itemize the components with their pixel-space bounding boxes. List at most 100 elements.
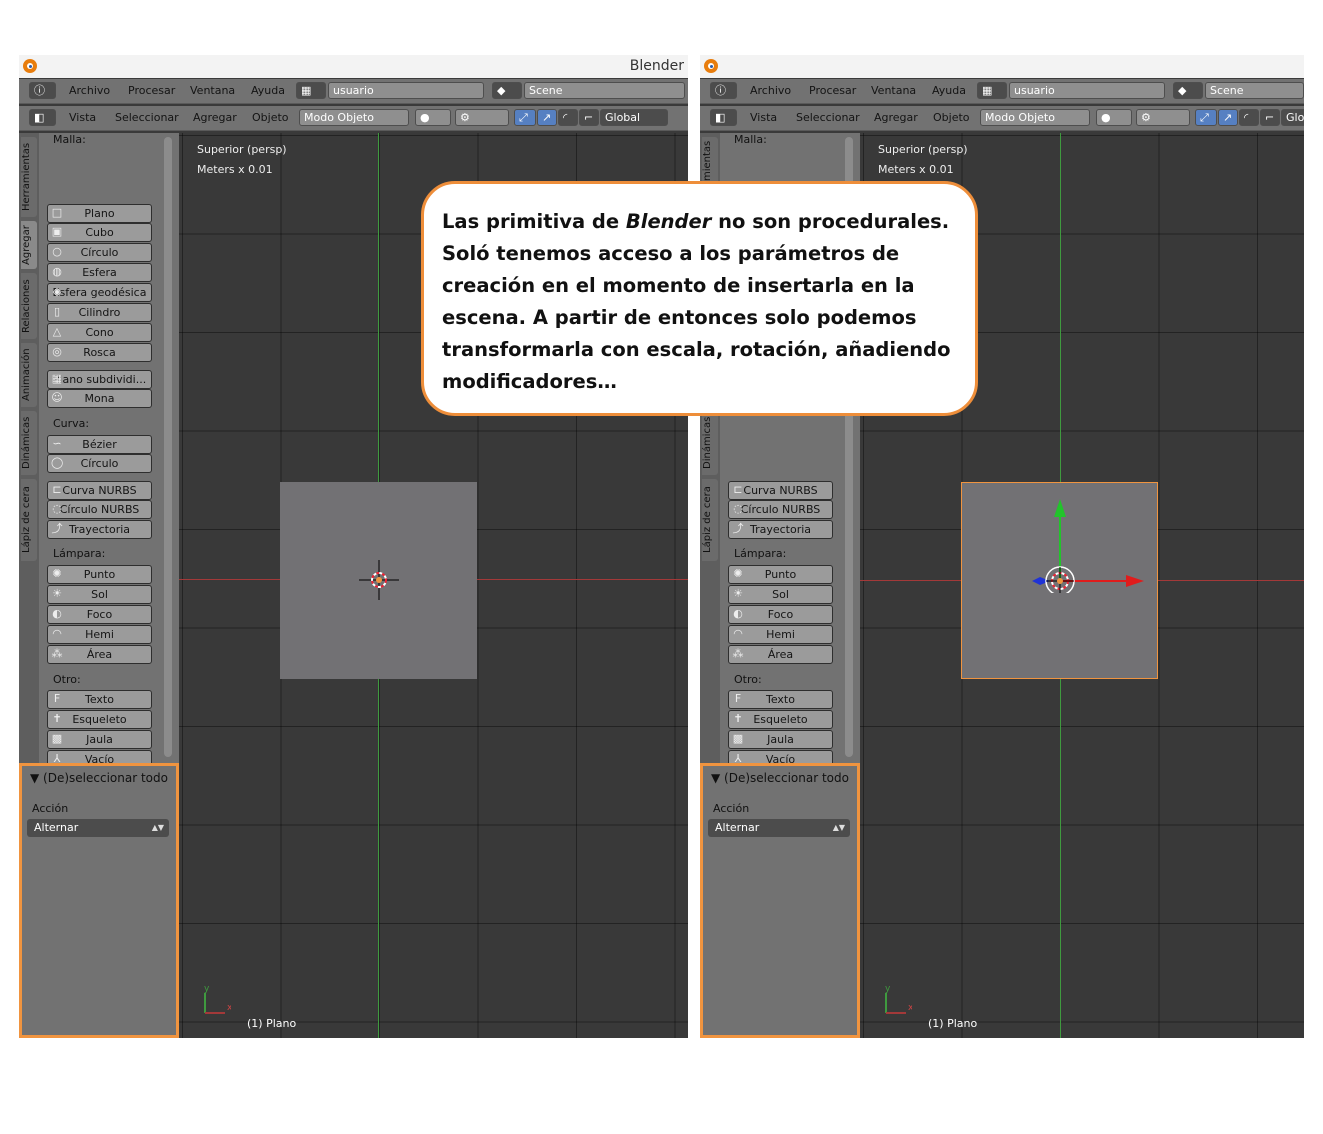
add-curva-nurbs-button[interactable]: ⊏ Curva NURBS [728, 481, 833, 500]
scene-field[interactable]: Scene [1205, 82, 1304, 99]
units-label: Meters x 0.01 [878, 163, 954, 176]
accion-select[interactable]: Alternar ▲▼ [708, 819, 850, 837]
tab-lapiz-de-cera[interactable]: Lápiz de cera [702, 479, 718, 561]
add-cono-button[interactable]: △ Cono [47, 323, 152, 342]
tab-dinamicas[interactable]: Dinámicas [21, 411, 37, 475]
menu-seleccionar[interactable]: Seleccionar [796, 111, 860, 124]
add-sol-button[interactable]: ☀ Sol [728, 585, 833, 604]
orientation-select[interactable]: Glob [1281, 109, 1304, 126]
view-name: Superior (persp) [197, 143, 287, 156]
add-area-button[interactable]: ⁂ Área [47, 645, 152, 664]
add-circulo-nurbs-button[interactable]: ◌ Círculo NURBS [47, 500, 152, 519]
add-texto-button[interactable]: F Texto [47, 690, 152, 709]
operator-title[interactable]: ▼ (De)seleccionar todo [30, 771, 168, 785]
tab-relaciones[interactable]: Relaciones [21, 273, 37, 339]
active-object-label: (1) Plano [928, 1017, 978, 1030]
orientation-select[interactable]: Global [600, 109, 668, 126]
add-esfera-geodesica-button[interactable]: ◈ Esfera geodésica [47, 283, 152, 302]
scene-icon[interactable]: ◆ [492, 82, 522, 99]
scale-icon[interactable]: ⌐ [1260, 109, 1280, 126]
menu-archivo[interactable]: Archivo [69, 84, 110, 97]
add-circulo-nurbs-button[interactable]: ◌ Círculo NURBS [728, 500, 833, 519]
add-trayectoria-button[interactable]: ⤴ Trayectoria [728, 520, 833, 539]
add-foco-button[interactable]: ◐ Foco [728, 605, 833, 624]
add-punto-button[interactable]: ✺ Punto [47, 565, 152, 584]
add-cilindro-button[interactable]: ▯ Cilindro [47, 303, 152, 322]
add-esqueleto-button[interactable]: ✝ Esqueleto [47, 710, 152, 729]
add-rosca-button[interactable]: ◎ Rosca [47, 343, 152, 362]
menu-seleccionar[interactable]: Seleccionar [115, 111, 179, 124]
add-curva-circulo-button[interactable]: ◯ Círculo [47, 454, 152, 473]
pivot-select[interactable]: ⚙ [1136, 109, 1190, 126]
add-plano-subdividido-button[interactable]: ▦ Plano subdividi... [47, 370, 152, 389]
menu-agregar[interactable]: Agregar [874, 111, 918, 124]
add-texto-button[interactable]: F Texto [728, 690, 833, 709]
menu-agregar[interactable]: Agregar [193, 111, 237, 124]
bezier-curve-icon: ∽ [52, 437, 62, 450]
add-trayectoria-button[interactable]: ⤴ Trayectoria [47, 520, 152, 539]
add-mona-button[interactable]: ☺ Mona [47, 389, 152, 408]
scale-icon[interactable]: ⌐ [579, 109, 599, 126]
menu-ventana[interactable]: Ventana [871, 84, 916, 97]
layout-field[interactable]: usuario [1009, 82, 1165, 99]
add-hemi-button[interactable]: ◠ Hemi [728, 625, 833, 644]
add-cubo-button[interactable]: ▣ Cubo [47, 223, 152, 242]
add-area-button[interactable]: ⁂ Área [728, 645, 833, 664]
add-hemi-button[interactable]: ◠ Hemi [47, 625, 152, 644]
menu-procesar[interactable]: Procesar [809, 84, 856, 97]
menu-objeto[interactable]: Objeto [252, 111, 289, 124]
add-plano-button[interactable]: □Plano [47, 204, 152, 223]
add-jaula-button[interactable]: ▩ Jaula [47, 730, 152, 749]
view3d-editor-icon[interactable]: ◧ [710, 109, 737, 126]
accion-select[interactable]: Alternar ▲▼ [27, 819, 169, 837]
menu-ayuda[interactable]: Ayuda [251, 84, 285, 97]
tab-lapiz-de-cera[interactable]: Lápiz de cera [21, 479, 37, 561]
svg-text:x: x [908, 1003, 912, 1013]
layout-grid-icon[interactable]: ▦ [296, 82, 326, 99]
info-editor-type-icon[interactable]: ⓘ [29, 82, 56, 99]
operator-panel: ▼ (De)seleccionar todo Acción Alternar ▲▼ [19, 763, 179, 1038]
scene-field[interactable]: Scene [524, 82, 685, 99]
translate-icon[interactable]: ↗ [537, 109, 557, 126]
menu-objeto[interactable]: Objeto [933, 111, 970, 124]
add-sol-button[interactable]: ☀ Sol [47, 585, 152, 604]
add-circulo-button[interactable]: ○ Círculo [47, 243, 152, 262]
layout-grid-icon[interactable]: ▦ [977, 82, 1007, 99]
tab-herramientas[interactable]: mientas [702, 137, 718, 185]
view3d-editor-icon[interactable]: ◧ [29, 109, 56, 126]
shelf-scrollbar[interactable] [164, 137, 172, 757]
manipulator-toggle-icon[interactable]: ⤢ [1195, 109, 1217, 126]
menu-procesar[interactable]: Procesar [128, 84, 175, 97]
shading-select[interactable]: ● [1096, 109, 1132, 126]
tab-agregar[interactable]: Agregar [21, 221, 37, 269]
add-curva-nurbs-button[interactable]: ⊏ Curva NURBS [47, 481, 152, 500]
tab-dinamicas[interactable]: Dinámicas [702, 411, 718, 475]
translate-icon[interactable]: ↗ [1218, 109, 1238, 126]
operator-title[interactable]: ▼ (De)seleccionar todo [711, 771, 849, 785]
manipulator-toggle-icon[interactable]: ⤢ [514, 109, 536, 126]
mode-select[interactable]: Modo Objeto [980, 109, 1090, 126]
shading-select[interactable]: ● [415, 109, 451, 126]
tab-herramientas[interactable]: Herramientas [21, 137, 37, 217]
rotate-icon[interactable]: ◜ [558, 109, 578, 126]
add-punto-button[interactable]: ✺ Punto [728, 565, 833, 584]
3d-cursor-icon[interactable] [359, 560, 399, 600]
scene-icon[interactable]: ◆ [1173, 82, 1203, 99]
pivot-select[interactable]: ⚙ [455, 109, 509, 126]
rotate-icon[interactable]: ◜ [1239, 109, 1259, 126]
add-jaula-button[interactable]: ▩ Jaula [728, 730, 833, 749]
layout-field[interactable]: usuario [328, 82, 484, 99]
add-esqueleto-button[interactable]: ✝ Esqueleto [728, 710, 833, 729]
mode-select[interactable]: Modo Objeto [299, 109, 409, 126]
tab-animacion[interactable]: Animación [21, 343, 37, 407]
menu-archivo[interactable]: Archivo [750, 84, 791, 97]
add-foco-button[interactable]: ◐ Foco [47, 605, 152, 624]
menu-ayuda[interactable]: Ayuda [932, 84, 966, 97]
add-bezier-button[interactable]: ∽ Bézier [47, 435, 152, 454]
menu-vista[interactable]: Vista [69, 111, 96, 124]
menu-vista[interactable]: Vista [750, 111, 777, 124]
menu-ventana[interactable]: Ventana [190, 84, 235, 97]
translate-gizmo-icon[interactable] [1020, 493, 1150, 593]
add-esfera-button[interactable]: ◍ Esfera [47, 263, 152, 282]
info-editor-type-icon[interactable]: ⓘ [710, 82, 737, 99]
